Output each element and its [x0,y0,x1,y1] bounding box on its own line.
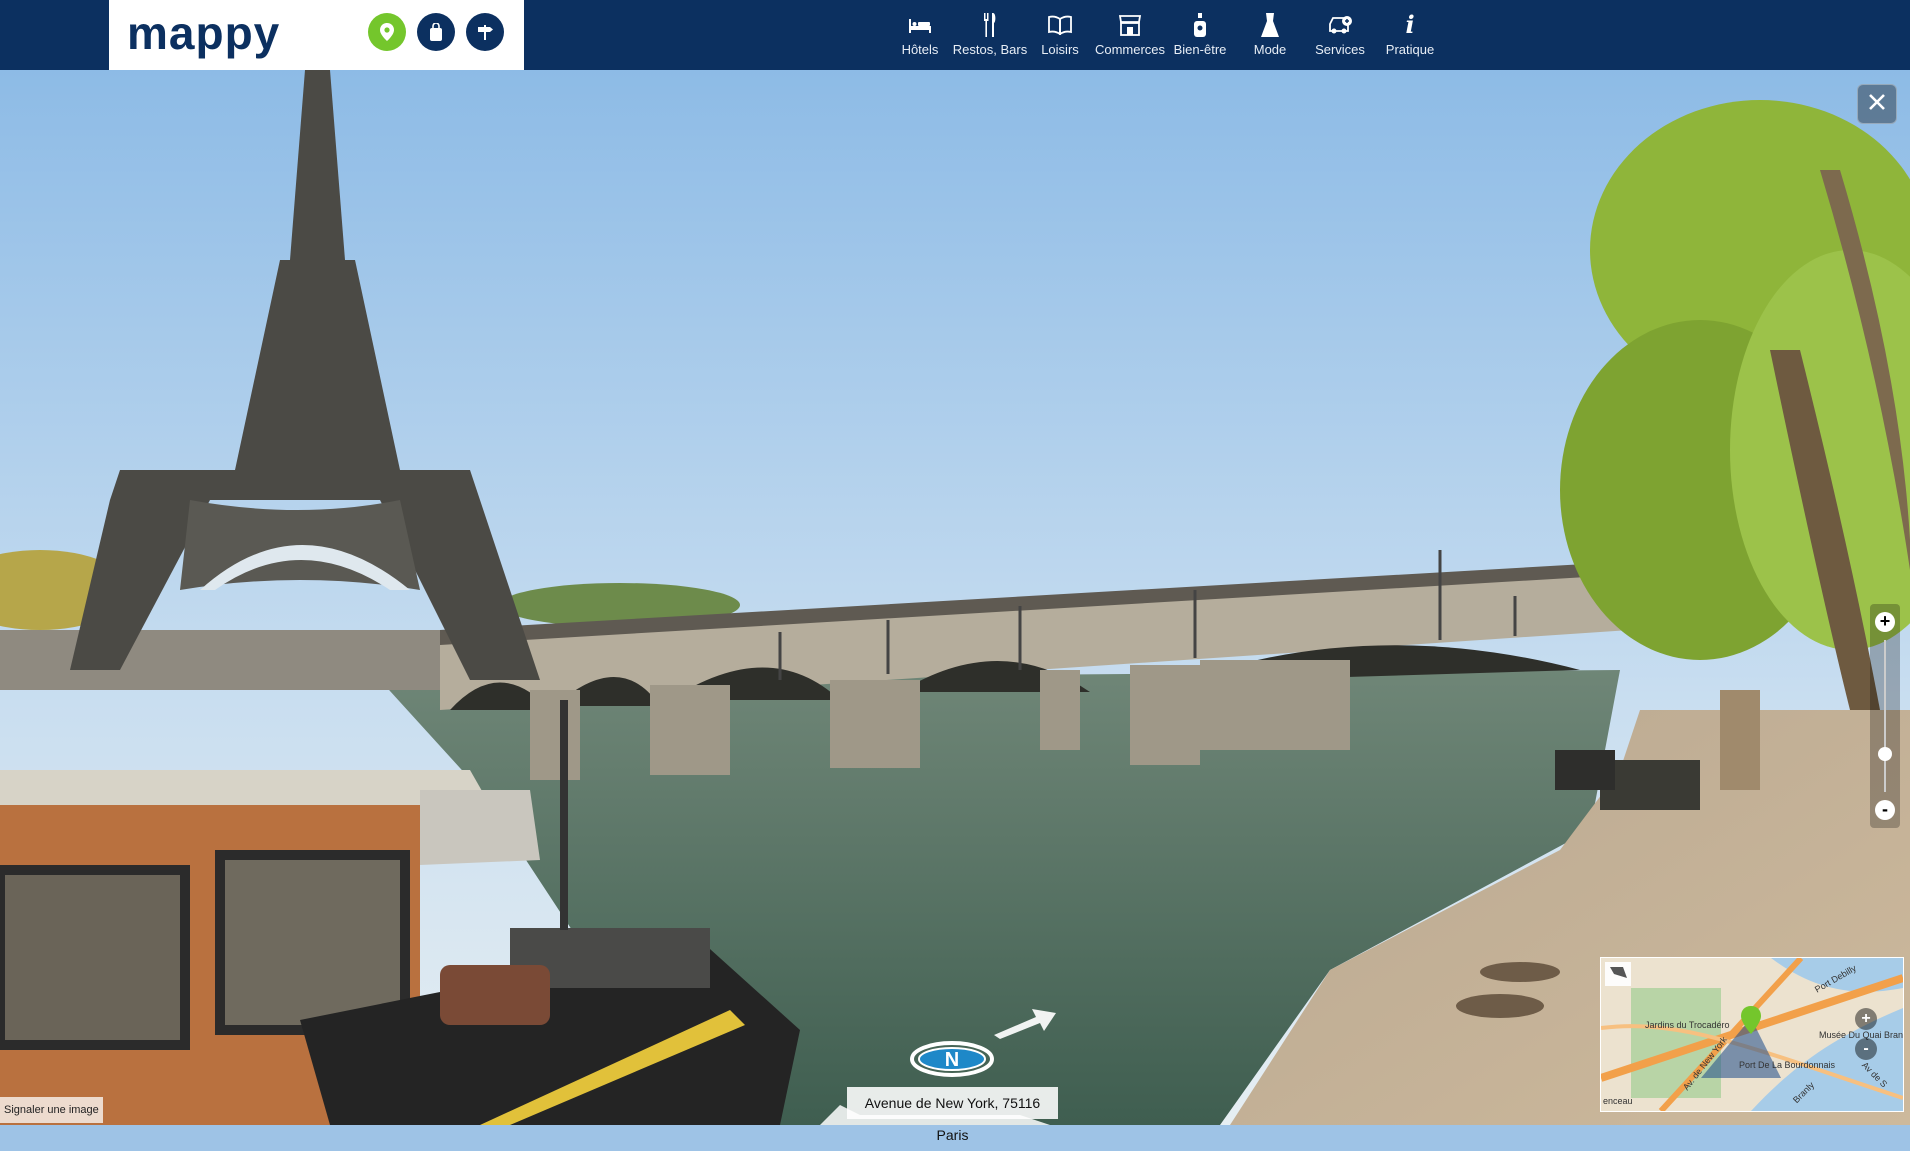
nav-label: Commerces [1094,42,1166,57]
minimap-zoom-out-button[interactable]: - [1855,1038,1877,1060]
close-street-view-button[interactable] [1857,84,1897,124]
nav-item-commerces[interactable]: Commerces [1095,0,1165,70]
car-service-icon [1327,11,1353,39]
signpost-icon [476,23,494,41]
bed-icon [908,11,932,39]
nav-label: Mode [1253,42,1287,57]
bottle-icon [1193,11,1207,39]
category-nav: Hôtels Restos, Bars Loisirs Commerces Bi… [885,0,1445,70]
nav-label: Loisirs [1041,42,1079,57]
info-icon: i [1405,10,1415,39]
minimap[interactable]: Jardins du Trocadéro Musée Du Quai Bran … [1600,957,1904,1112]
nav-item-hotels[interactable]: Hôtels [885,0,955,70]
nav-item-loisirs[interactable]: Loisirs [1025,0,1095,70]
report-image-link[interactable]: Signaler une image [0,1097,103,1123]
close-icon [1868,93,1886,116]
zoom-control: + - [1870,604,1900,828]
nav-label: Pratique [1385,42,1435,57]
nav-label: Hôtels [901,42,939,57]
nav-item-pratique[interactable]: i Pratique [1375,0,1445,70]
nav-item-mode[interactable]: Mode [1235,0,1305,70]
map-label: Jardins du Trocadéro [1645,1020,1730,1030]
location-pin-button[interactable] [368,13,406,51]
map-label: enceau [1603,1096,1633,1106]
zoom-in-button[interactable]: + [1875,612,1895,632]
minimap-zoom-in-button[interactable]: + [1855,1008,1877,1030]
mappy-logo[interactable]: mappy [127,10,280,56]
nav-label: Bien-être [1173,42,1227,57]
zoom-slider-handle[interactable] [1878,747,1892,761]
cutlery-icon [982,11,998,39]
dress-icon [1260,11,1280,39]
top-navigation-bar: mappy Hôtels Restos, Bars Loisirs Commer… [0,0,1910,70]
compass-north-indicator[interactable]: N [910,1041,994,1077]
nav-label: Services [1315,42,1365,57]
zoom-slider-track[interactable] [1884,640,1886,792]
nav-label: Restos, Bars [952,42,1028,57]
zoom-out-button[interactable]: - [1875,800,1895,820]
logo-container: mappy [109,0,524,70]
nav-item-services[interactable]: Services [1305,0,1375,70]
location-pin-icon [380,23,394,41]
map-label: Port De La Bourdonnais [1739,1060,1836,1070]
shopping-button[interactable] [417,13,455,51]
book-icon [1048,11,1072,39]
directions-button[interactable] [466,13,504,51]
compass-letter: N [945,1049,959,1071]
shopping-bag-icon [429,23,443,41]
shop-icon [1118,11,1142,39]
nav-item-restos-bars[interactable]: Restos, Bars [952,0,1028,70]
nav-item-bien-etre[interactable]: Bien-être [1165,0,1235,70]
logo-text: mappy [127,7,281,59]
address-label: Avenue de New York, 75116 Paris [847,1087,1058,1143]
navigate-forward-arrow[interactable] [990,1005,1060,1041]
